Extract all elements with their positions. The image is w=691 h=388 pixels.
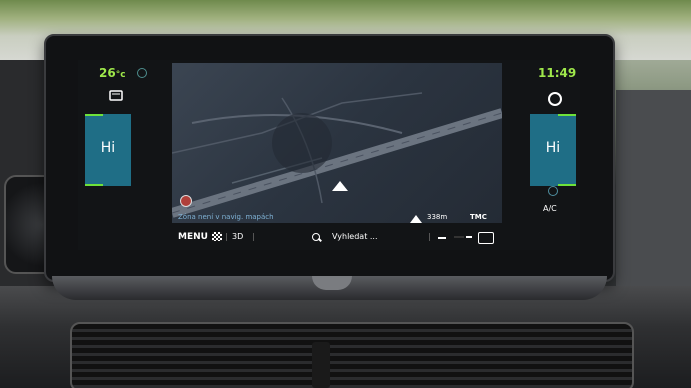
climate-right-panel: 11:49 Hi A/C [516, 62, 586, 222]
seat-heat-icon[interactable] [109, 90, 125, 102]
settings-icon[interactable] [548, 92, 562, 106]
temperature-display[interactable]: 26°c [99, 66, 126, 80]
map-roads [172, 92, 502, 223]
instrument-gauge [4, 175, 48, 274]
zoom-out-icon[interactable] [438, 237, 446, 239]
vent-knob [312, 342, 330, 388]
search-button[interactable]: Vyhledat ... [332, 232, 378, 241]
separator: | [225, 232, 228, 241]
fan-level-bar-top [85, 114, 103, 116]
clock-display: 11:49 [538, 66, 577, 80]
temperature-value: 26 [99, 66, 116, 80]
dashboard-right [616, 90, 691, 290]
navigation-map[interactable]: Zóna není v navig. mapách 338m TMC [172, 63, 502, 223]
map-layers-icon[interactable] [478, 232, 494, 244]
separator: | [428, 232, 431, 241]
zoom-in-icon[interactable] [466, 236, 472, 238]
tmc-button[interactable]: TMC [470, 213, 487, 221]
ac-button[interactable]: A/C [543, 204, 557, 213]
fan-level-bar-top [558, 114, 576, 116]
fan-speed-right-button[interactable]: Hi [530, 114, 576, 186]
fan-speed-left-button[interactable]: Hi [85, 114, 131, 186]
fan-level-bar-bottom [558, 184, 576, 186]
zoom-slider[interactable] [454, 236, 464, 238]
vehicle-position-marker [332, 181, 348, 191]
car-interior-scene: 26°c Hi Zóna není v navig. mapách 338m T… [0, 0, 691, 388]
fan-icon [137, 68, 147, 78]
search-icon[interactable] [312, 233, 320, 241]
view-3d-button[interactable]: 3D [232, 232, 243, 241]
climate-left-panel: 26°c Hi [85, 62, 155, 222]
fan-small-icon [548, 186, 558, 196]
checkered-flag-icon[interactable] [212, 232, 222, 241]
temperature-unit: °c [115, 70, 126, 80]
fan-speed-left-label: Hi [100, 140, 116, 156]
fan-level-bar-bottom [85, 184, 103, 186]
warning-icon [410, 215, 422, 223]
navigation-toolbar: MENU | 3D | Vyhledat ... | [172, 228, 502, 246]
distance-readout: 338m [427, 213, 448, 221]
map-status-message: Zóna není v navig. mapách [178, 213, 274, 221]
air-vent [70, 322, 634, 388]
fan-speed-right-label: Hi [545, 140, 561, 156]
separator: | [252, 232, 255, 241]
menu-button[interactable]: MENU [178, 232, 208, 242]
compass-icon[interactable] [180, 195, 192, 207]
